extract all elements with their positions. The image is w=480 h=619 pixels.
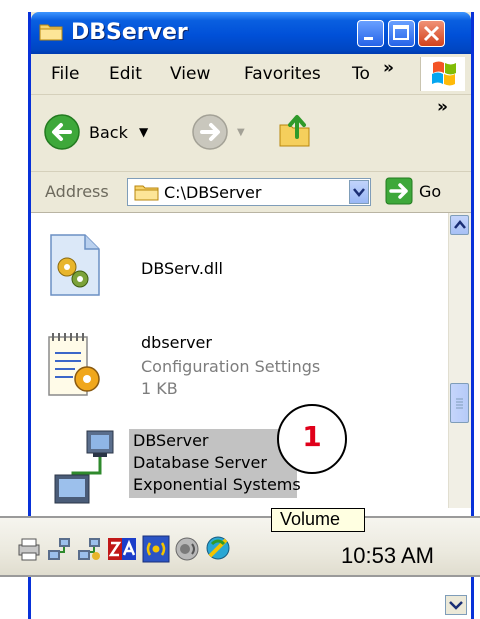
back-arrow-icon — [44, 114, 80, 150]
background-window-strip — [28, 577, 474, 619]
file-company: Exponential Systems — [133, 475, 301, 494]
annotation-callout: 1 — [277, 404, 347, 474]
up-folder-icon — [279, 115, 310, 147]
vertical-scrollbar[interactable] — [448, 213, 471, 508]
menu-bar: File Edit View Favorites To » — [31, 54, 471, 95]
file-name: DBServer — [133, 431, 209, 450]
close-button[interactable] — [418, 20, 445, 47]
address-label: Address — [45, 182, 109, 201]
minimize-button[interactable] — [357, 20, 384, 47]
back-button[interactable]: Back ▼ — [43, 113, 153, 153]
tray-icons: 10:53 AM — [16, 524, 480, 571]
folder-icon — [39, 24, 63, 41]
dll-file-icon — [50, 234, 100, 296]
selected-label-highlight: DBServer Database Server Exponential Sys… — [129, 429, 301, 498]
file-type: Configuration Settings — [141, 357, 321, 376]
go-arrow-icon — [385, 177, 413, 205]
minimize-icon — [364, 37, 373, 40]
file-size: 1 KB — [141, 379, 178, 398]
menu-edit[interactable]: Edit — [109, 64, 142, 84]
address-value: C:\DBServer — [164, 183, 262, 202]
network-icon[interactable] — [76, 536, 102, 562]
network-computers-icon — [54, 430, 114, 504]
connection-icon[interactable] — [204, 534, 232, 562]
chevron-up-icon — [454, 220, 466, 229]
back-label: Back — [89, 123, 128, 142]
maximize-button[interactable] — [388, 20, 415, 47]
list-item[interactable]: DBServ.dll — [45, 233, 405, 313]
volume-tooltip: Volume — [271, 508, 365, 532]
list-item[interactable]: dbserver Configuration Settings 1 KB — [45, 325, 405, 421]
menu-view[interactable]: View — [170, 64, 210, 84]
scroll-thumb[interactable] — [450, 383, 469, 423]
printer-icon[interactable] — [16, 536, 42, 562]
forward-dropdown-icon[interactable]: ▼ — [237, 127, 245, 138]
windows-flag-icon — [432, 61, 456, 86]
config-file-icon — [48, 333, 100, 396]
toolbar: Back ▼ ▼ » — [31, 95, 471, 172]
maximize-icon — [393, 25, 409, 40]
list-item-selected[interactable]: DBServer Database Server Exponential Sys… — [45, 429, 405, 515]
window-title: DBServer — [71, 20, 188, 45]
chevron-down-icon — [353, 188, 365, 197]
file-name: dbserver — [141, 333, 212, 352]
address-dropdown-button[interactable] — [349, 180, 369, 204]
menu-overflow-chevron[interactable]: » — [383, 58, 394, 78]
title-bar[interactable]: DBServer — [31, 12, 471, 54]
grip-icon — [456, 398, 463, 409]
toolbar-overflow-chevron[interactable]: » — [437, 97, 448, 117]
chevron-down-icon — [449, 601, 463, 610]
volume-icon[interactable] — [174, 536, 200, 562]
callout-number: 1 — [302, 420, 322, 453]
file-type: Database Server — [133, 453, 267, 472]
windows-logo — [420, 57, 465, 91]
menu-file[interactable]: File — [51, 64, 79, 84]
scroll-up-button[interactable] — [450, 215, 469, 235]
forward-arrow-icon — [192, 114, 228, 150]
address-input[interactable]: C:\DBServer — [127, 178, 371, 206]
tooltip-text: Volume — [280, 509, 341, 529]
close-icon — [423, 25, 440, 42]
wireless-icon[interactable] — [142, 535, 170, 563]
up-folder-button[interactable] — [277, 111, 313, 151]
go-label[interactable]: Go — [419, 182, 441, 201]
network-icon[interactable] — [46, 536, 72, 562]
forward-button[interactable]: ▼ — [191, 113, 261, 153]
folder-icon — [134, 185, 159, 201]
file-name: DBServ.dll — [141, 259, 223, 278]
address-bar: Address C:\DBServer Go — [31, 172, 471, 213]
menu-favorites[interactable]: Favorites — [244, 64, 321, 84]
zonealarm-icon[interactable] — [108, 536, 138, 562]
dropdown-button[interactable] — [445, 595, 467, 615]
menu-tools[interactable]: To — [352, 64, 370, 84]
back-dropdown-icon[interactable]: ▼ — [139, 125, 148, 139]
clock[interactable]: 10:53 AM — [341, 543, 434, 569]
system-tray: 10:53 AM — [0, 516, 480, 577]
